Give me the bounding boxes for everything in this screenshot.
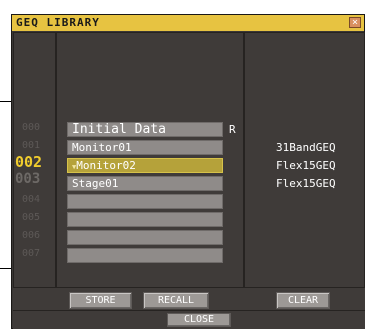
- library-number: 004: [22, 194, 41, 205]
- close-bar: CLOSE: [13, 310, 365, 329]
- library-item-initial-data[interactable]: Initial Data: [67, 122, 223, 137]
- library-item-empty[interactable]: [67, 212, 223, 227]
- library-number: 000: [22, 122, 41, 133]
- window-title: GEQ LIBRARY: [16, 16, 100, 29]
- library-item-selected[interactable]: ▼Monitor02: [67, 158, 223, 173]
- library-item-empty[interactable]: [67, 194, 223, 209]
- clear-button[interactable]: CLEAR: [276, 292, 330, 309]
- close-icon[interactable]: ×: [349, 17, 361, 28]
- library-number: 007: [22, 248, 41, 259]
- library-item-type: Flex15GEQ: [276, 159, 336, 172]
- read-only-flag: R: [229, 123, 236, 136]
- library-item-empty[interactable]: [67, 230, 223, 245]
- library-number: 003: [15, 171, 41, 187]
- store-button[interactable]: STORE: [69, 292, 132, 309]
- title-bar: GEQ LIBRARY ×: [12, 15, 364, 31]
- library-item-type: Flex15GEQ: [276, 177, 336, 190]
- library-name-column: Initial Data R Monitor01 ▼Monitor02 Stag…: [56, 32, 244, 288]
- recall-button[interactable]: RECALL: [143, 292, 209, 309]
- library-item-empty[interactable]: [67, 248, 223, 263]
- geq-library-window: GEQ LIBRARY × 000 001 002 003 004 005 00…: [11, 14, 365, 329]
- library-item-type: 31BandGEQ: [276, 141, 336, 154]
- library-item[interactable]: Stage01: [67, 176, 223, 191]
- close-button[interactable]: CLOSE: [167, 313, 231, 327]
- library-number-selected: 002: [15, 153, 43, 171]
- library-item-label: Monitor02: [76, 159, 136, 172]
- library-number: 006: [22, 230, 41, 241]
- library-number: 005: [22, 212, 41, 223]
- library-number: 001: [22, 140, 41, 151]
- library-type-column: 31BandGEQ Flex15GEQ Flex15GEQ: [244, 32, 365, 288]
- library-number-column: 000 001 002 003 004 005 006 007: [13, 32, 56, 288]
- library-item[interactable]: Monitor01: [67, 140, 223, 155]
- action-button-bar: STORE RECALL CLEAR: [13, 288, 365, 310]
